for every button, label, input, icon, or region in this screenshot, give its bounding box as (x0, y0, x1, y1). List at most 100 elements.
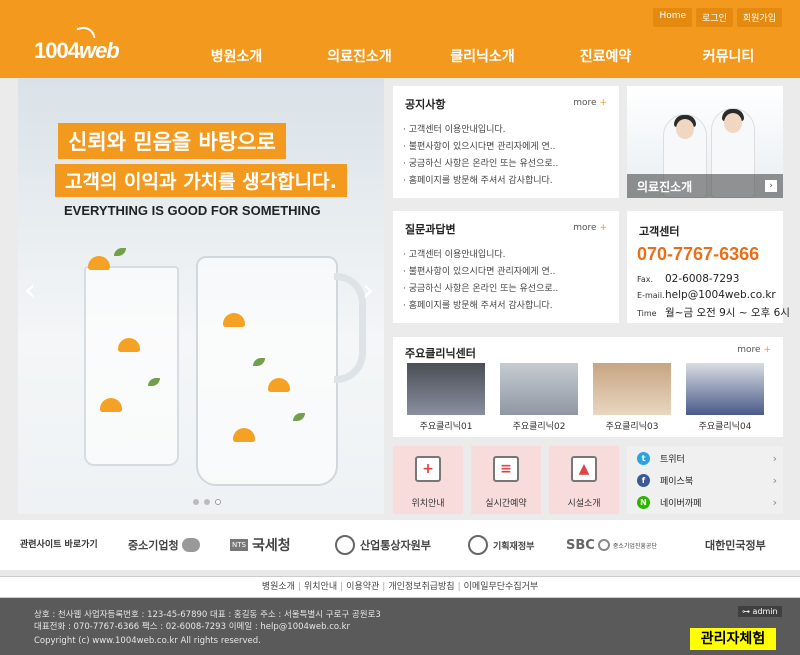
list-item[interactable]: · 홈페이지를 방문해 주셔서 감사합니다. (403, 173, 558, 190)
clinic-item[interactable]: 주요클리닉01 (407, 363, 485, 432)
family-site-smba[interactable]: 중소기업청 (128, 532, 200, 558)
qna-more-link[interactable]: more + (573, 223, 607, 233)
document-icon: ≡ (493, 456, 519, 482)
copyright: Copyright (c) www.1004web.co.kr All righ… (34, 636, 261, 646)
email-row: E-mail. help@1004web.co.kr (637, 289, 776, 301)
more-text: more (573, 98, 597, 108)
logo-number: 1004 (34, 38, 80, 63)
chevron-right-icon[interactable]: › (765, 180, 777, 192)
email-label: E-mail. (637, 291, 665, 300)
fax-value: 02-6008-7293 (665, 273, 740, 285)
footer-link-terms[interactable]: 이용약관 (346, 582, 379, 592)
time-label: Time (637, 309, 657, 318)
qna-title: 질문과답변 (405, 223, 456, 236)
list-item[interactable]: · 불편사항이 있으시다면 관리자에게 연.. (403, 264, 558, 281)
clinic-name: 주요클리닉04 (698, 422, 752, 432)
family-site-motie[interactable]: 산업통상자원부 (335, 532, 431, 558)
separator: | (457, 582, 461, 592)
slider-dot-active[interactable] (215, 499, 221, 505)
sbc-logo-icon (597, 539, 610, 551)
face (676, 119, 694, 139)
separator: | (382, 582, 386, 592)
contact-info: 대표전화 : 070-7767-6366 팩스 : 02-6008-7293 이… (34, 622, 351, 632)
notice-title: 공지사항 (405, 98, 446, 111)
visual-headline-1: 신뢰와 믿음을 바탕으로 (58, 123, 286, 159)
quick-label: 위치안내 (411, 499, 445, 509)
login-link[interactable]: 로그인 (696, 8, 733, 27)
nts-logo-icon: NTS (230, 539, 248, 551)
customer-center-title: 고객센터 (639, 225, 680, 238)
footer-link-privacy[interactable]: 개인정보취급방침 (388, 582, 454, 592)
footer-link-email-refusal[interactable]: 이메일무단수집거부 (464, 582, 539, 592)
header: Home 로그인 회원가입 1004web 병원소개 의료진소개 클리닉소개 진… (0, 0, 800, 78)
clinic-thumbnail (500, 363, 578, 415)
admin-link[interactable]: ⊶ admin (738, 606, 782, 617)
logo[interactable]: 1004web (34, 38, 120, 64)
home-link[interactable]: Home (653, 8, 693, 27)
signup-link[interactable]: 회원가입 (736, 8, 782, 27)
sns-facebook[interactable]: f 페이스북 › (637, 470, 777, 490)
list-item[interactable]: · 불편사항이 있으시다면 관리자에게 연.. (403, 139, 558, 156)
doctors-promo-banner[interactable]: 의료진소개 › (627, 86, 783, 198)
time-value: 월~금 오전 9시 ~ 오후 6시 (665, 307, 790, 319)
main-visual-slider: 신뢰와 믿음을 바탕으로 고객의 이익과 가치를 생각합니다. EVERYTHI… (18, 78, 384, 514)
clinic-more-link[interactable]: more + (737, 345, 771, 355)
separator: | (297, 582, 301, 592)
footer-links: 병원소개 | 위치안내 | 이용약관 | 개인정보취급방침 | 이메일무단수집거부 (0, 576, 800, 598)
slider-dot[interactable] (204, 499, 210, 505)
slider-prev-button[interactable]: ‹ (24, 276, 40, 306)
family-site-name: SBC (566, 537, 595, 553)
family-site-korea-gov[interactable]: 대한민국정부 (705, 532, 766, 558)
more-text: more (737, 345, 761, 355)
family-site-name: 국세청 (251, 538, 291, 554)
family-site-sbc[interactable]: SBC 중소기업진흥공단 (566, 532, 657, 558)
family-site-mosf[interactable]: 기획재정부 (468, 532, 534, 558)
slider-next-button[interactable]: › (362, 276, 378, 306)
facebook-icon: f (637, 473, 650, 487)
family-site-nts[interactable]: NTS 국세청 (230, 532, 291, 558)
sns-naver-cafe[interactable]: N 네이버까페 › (637, 492, 777, 512)
hospital-icon: + (415, 456, 441, 482)
email-value: help@1004web.co.kr (665, 289, 776, 301)
nav-reservation[interactable]: 진료예약 (544, 46, 667, 66)
list-item[interactable]: · 궁금하신 사항은 온라인 또는 유선으로.. (403, 156, 558, 173)
clinic-center-title: 주요클리닉센터 (405, 347, 476, 360)
clinic-thumbnail (686, 363, 764, 415)
naver-icon: N (637, 495, 650, 509)
slider-pagination (193, 499, 221, 505)
visual-headline-2: 고객의 이익과 가치를 생각합니다. (55, 164, 347, 197)
plus-icon: + (599, 98, 607, 108)
notice-more-link[interactable]: more + (573, 98, 607, 108)
footer: 상호 : 천사웹 사업자등록번호 : 123-45-67890 대표 : 홍길동… (0, 598, 800, 655)
clinic-item[interactable]: 주요클리닉03 (593, 363, 671, 432)
government-seal-icon (335, 535, 355, 555)
quick-location-button[interactable]: + 위치안내 (393, 446, 463, 514)
plus-icon: + (599, 223, 607, 233)
list-item[interactable]: · 궁금하신 사항은 온라인 또는 유선으로.. (403, 281, 558, 298)
nav-community[interactable]: 커뮤니티 (667, 46, 790, 66)
list-item[interactable]: · 고객센터 이용안내입니다. (403, 122, 558, 139)
plus-icon: + (763, 345, 771, 355)
sns-twitter[interactable]: t 트위터 › (637, 448, 777, 468)
footer-link-hospital[interactable]: 병원소개 (262, 582, 295, 592)
quick-reservation-button[interactable]: ≡ 실시간예약 (471, 446, 541, 514)
qna-list: · 고객센터 이용안내입니다. · 불편사항이 있으시다면 관리자에게 연.. … (403, 247, 558, 315)
list-item[interactable]: · 고객센터 이용안내입니다. (403, 247, 558, 264)
slider-dot[interactable] (193, 499, 199, 505)
footer-link-location[interactable]: 위치안내 (304, 582, 337, 592)
clinic-item[interactable]: 주요클리닉02 (500, 363, 578, 432)
nav-doctors[interactable]: 의료진소개 (298, 46, 421, 66)
admin-demo-button[interactable]: 관리자체험 (690, 628, 776, 650)
quick-facility-button[interactable]: ▲ 시설소개 (549, 446, 619, 514)
pitcher-illustration (196, 256, 338, 486)
clinic-thumbnail (407, 363, 485, 415)
list-item[interactable]: · 홈페이지를 방문해 주셔서 감사합니다. (403, 298, 558, 315)
sns-panel: t 트위터 › f 페이스북 › N 네이버까페 › (627, 446, 783, 514)
clinic-name: 주요클리닉03 (605, 422, 659, 432)
chevron-right-icon: › (772, 495, 777, 509)
customer-center-panel: 고객센터 070-7767-6366 Fax. 02-6008-7293 E-ma… (627, 211, 790, 323)
clinic-item[interactable]: 주요클리닉04 (686, 363, 764, 432)
nav-clinics[interactable]: 클리닉소개 (421, 46, 544, 66)
document-icon-mark: ≡ (500, 461, 512, 477)
nav-hospital[interactable]: 병원소개 (175, 46, 298, 66)
